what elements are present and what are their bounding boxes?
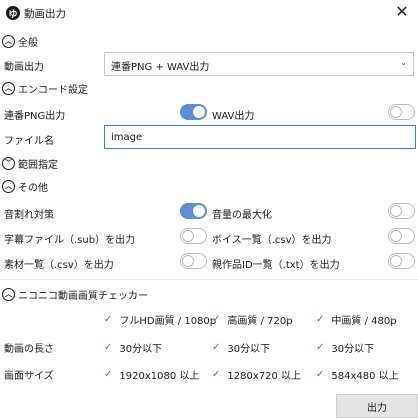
checker-row-label: 動画の長さ xyxy=(4,344,54,355)
video-output-label: 動画出力 xyxy=(4,62,44,73)
checker-header-label: 中画質 / 480p xyxy=(331,316,397,327)
filename-label: ファイル名 xyxy=(4,136,54,147)
checker-cell: ✓ 30分以下 xyxy=(212,340,270,355)
window-title: 動画出力 xyxy=(24,8,66,20)
chevron-down-icon: ⌄ xyxy=(400,58,407,67)
checker-header-720p: ✓ 高画質 / 720p xyxy=(212,312,293,327)
volume-maximize-toggle[interactable] xyxy=(388,203,415,219)
checker-header-480p: ✓ 中画質 / 480p xyxy=(316,312,397,327)
wav-output-toggle[interactable] xyxy=(388,104,415,120)
section-general-header[interactable]: ︿ 全般 xyxy=(2,32,38,50)
section-encode-header[interactable]: ︿ エンコード設定 xyxy=(2,79,88,97)
chevron-down-icon: ﹀ xyxy=(2,156,15,170)
filename-field-box xyxy=(104,125,416,149)
section-encode-label: エンコード設定 xyxy=(18,84,88,96)
check-icon: ✓ xyxy=(212,314,221,325)
checker-cell: ✓ 1920x1080 以上 xyxy=(104,367,199,382)
checker-header-label: フルHD画質 / 1080p xyxy=(119,316,217,327)
section-checker-label: ニコニコ動画画質チェッカー xyxy=(18,290,148,302)
checker-cell-value: 30分以下 xyxy=(227,344,271,355)
checker-cell: ✓ 30分以下 xyxy=(316,340,374,355)
checker-cell-value: 584x480 以上 xyxy=(331,371,399,382)
checker-cell: ✓ 1280x720 以上 xyxy=(212,367,301,382)
divider xyxy=(0,279,418,280)
section-other-header[interactable]: ︿ その他 xyxy=(2,177,48,195)
section-checker-header[interactable]: ︿ ニコニコ動画画質チェッカー xyxy=(2,285,148,303)
title-bar: ゆ 動画出力 ✕ xyxy=(0,0,418,28)
check-icon: ✓ xyxy=(316,369,325,380)
filename-input[interactable] xyxy=(105,126,415,148)
voice-list-label: ボイス一覧（.csv）を出力 xyxy=(212,235,332,246)
checker-cell-value: 30分以下 xyxy=(331,344,375,355)
parent-id-list-toggle[interactable] xyxy=(388,253,415,269)
material-list-toggle[interactable] xyxy=(180,253,207,269)
check-icon: ✓ xyxy=(104,314,113,325)
checker-cell-value: 1280x720 以上 xyxy=(227,371,302,382)
app-logo-icon: ゆ xyxy=(6,6,20,20)
checker-header-1080p: ✓ フルHD画質 / 1080p xyxy=(104,312,216,327)
voice-list-toggle[interactable] xyxy=(388,228,415,244)
section-general-label: 全般 xyxy=(18,37,38,49)
section-other-label: その他 xyxy=(18,182,48,194)
png-output-toggle[interactable] xyxy=(180,104,207,120)
close-button[interactable]: ✕ xyxy=(392,2,412,22)
clip-prevention-label: 音割れ対策 xyxy=(4,210,54,221)
material-list-label: 素材一覧（.csv）を出力 xyxy=(4,260,114,271)
png-output-label: 連番PNG出力 xyxy=(4,111,66,122)
volume-maximize-label: 音量の最大化 xyxy=(212,210,272,221)
wav-output-label: WAV出力 xyxy=(212,111,255,122)
checker-cell: ✓ 30分以下 xyxy=(104,340,162,355)
checker-cell: ✓ 584x480 以上 xyxy=(316,367,399,382)
checker-row-label: 画面サイズ xyxy=(4,371,54,382)
chevron-up-icon: ︿ xyxy=(2,179,15,193)
video-output-value: 連番PNG + WAV出力 xyxy=(111,62,210,73)
chevron-up-icon: ︿ xyxy=(2,287,15,301)
subtitle-output-label: 字幕ファイル（.sub）を出力 xyxy=(4,235,136,246)
check-icon: ✓ xyxy=(212,369,221,380)
checker-cell-value: 1920x1080 以上 xyxy=(119,371,200,382)
clip-prevention-toggle[interactable] xyxy=(180,203,207,219)
section-range-header[interactable]: ﹀ 範囲指定 xyxy=(2,154,58,172)
checker-cell-value: 30分以下 xyxy=(119,344,163,355)
section-range-label: 範囲指定 xyxy=(18,159,58,171)
check-icon: ✓ xyxy=(104,342,113,353)
chevron-up-icon: ︿ xyxy=(2,81,15,95)
check-icon: ✓ xyxy=(212,342,221,353)
export-button[interactable]: 出力 xyxy=(336,394,418,418)
check-icon: ✓ xyxy=(104,369,113,380)
parent-id-list-label: 親作品ID一覧（.txt）を出力 xyxy=(212,260,340,271)
chevron-up-icon: ︿ xyxy=(2,34,15,48)
checker-header-label: 高画質 / 720p xyxy=(227,316,293,327)
video-output-select[interactable]: 連番PNG + WAV出力 ⌄ xyxy=(104,52,414,76)
check-icon: ✓ xyxy=(316,314,325,325)
subtitle-output-toggle[interactable] xyxy=(180,228,207,244)
check-icon: ✓ xyxy=(316,342,325,353)
